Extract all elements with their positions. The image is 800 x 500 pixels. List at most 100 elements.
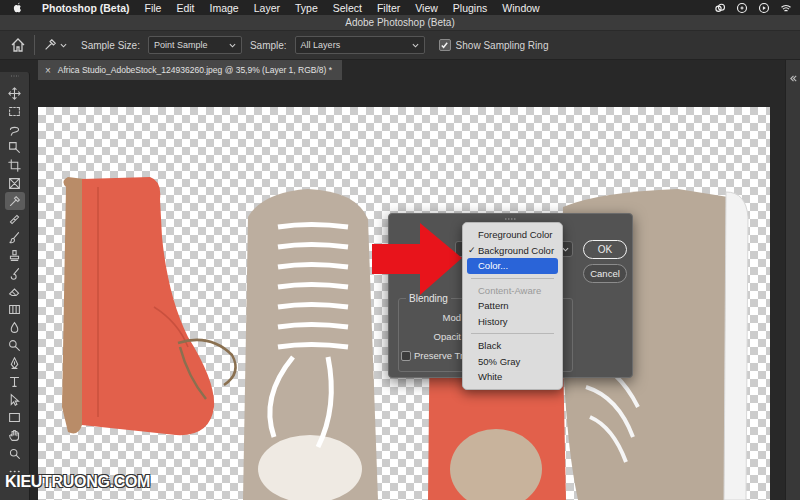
tool-button[interactable] [5,408,25,426]
menu-item[interactable]: File [145,2,162,14]
toolbar [0,72,30,500]
wifi-icon[interactable] [780,2,792,14]
menu-item[interactable]: Type [295,2,318,14]
menu-item[interactable]: Select [333,2,362,14]
tool-button[interactable] [5,192,25,210]
type-icon [8,375,21,388]
sample-label: Sample: [250,40,287,51]
sync-icon[interactable] [736,2,748,14]
sampling-ring-option[interactable]: Show Sampling Ring [439,39,549,51]
tool-button[interactable] [5,426,25,444]
menu-item[interactable]: Image [210,2,239,14]
menu-option-label: Background Color [478,245,554,256]
stamp-icon [8,249,21,262]
red-boot [62,177,236,435]
blending-title: Blending [406,293,451,304]
tool-button[interactable] [5,300,25,318]
tool-button[interactable] [5,246,25,264]
menu-option[interactable]: 50% Gray [467,354,558,370]
tool-button[interactable] [5,102,25,120]
opacity-label: Opacit [400,331,461,342]
dodge-icon [8,339,21,352]
dialog-button[interactable]: OK [583,240,627,259]
sample-size-label: Sample Size: [81,40,140,51]
menu-option[interactable]: Color... [467,258,558,274]
hand-icon [8,429,21,442]
menu-item[interactable]: Window [502,2,539,14]
menu-item[interactable]: Layer [254,2,280,14]
window-title: Adobe Photoshop (Beta) [345,17,455,28]
creative-cloud-icon[interactable] [714,2,726,14]
tab-close-button[interactable]: × [45,65,51,76]
blur-icon [8,321,21,334]
crop-icon [8,159,21,172]
sample-size-select[interactable]: Point Sample [148,36,242,54]
apple-icon[interactable] [12,2,23,13]
preserve-transparency-label: Preserve Tr [414,350,463,361]
pen-icon [8,357,21,370]
menu-option[interactable]: ✓ Background Color [467,243,558,259]
menu-option[interactable]: Black [467,338,558,354]
menu-option[interactable]: History [467,314,558,330]
history-brush-icon [8,267,21,280]
menu-item[interactable]: Filter [377,2,400,14]
tool-button[interactable] [5,84,25,102]
tool-button[interactable] [5,174,25,192]
menu-option-label: 50% Gray [478,356,520,367]
menu-separator [471,278,554,279]
menu-option[interactable]: White [467,369,558,385]
frame-icon [8,177,21,190]
tool-preset-picker[interactable] [43,38,67,52]
red-arrow-annotation [370,220,464,300]
checkbox[interactable] [439,39,451,51]
chevron-icon [562,246,569,253]
play-icon[interactable] [758,2,770,14]
menu-item[interactable]: Edit [176,2,194,14]
path-select-icon [8,393,21,406]
eraser-icon [8,285,21,298]
tool-button[interactable] [5,120,25,138]
tool-button[interactable] [5,264,25,282]
rectangle-icon [8,411,21,424]
menu-option-label: Foreground Color [478,229,552,240]
select-value: Point Sample [154,40,208,50]
select-value: All Layers [301,40,341,50]
app-menu[interactable]: Photoshop (Beta) [42,2,130,14]
tool-button[interactable] [5,156,25,174]
menu-item[interactable]: View [415,2,438,14]
photoshop-window: Photoshop (Beta) File Edit Image Layer Type S… [0,0,800,500]
dialog-button[interactable]: Cancel [583,264,627,283]
tool-button[interactable] [5,372,25,390]
eyedropper-icon [8,195,21,208]
tool-button[interactable] [5,282,25,300]
grip-icon[interactable] [7,74,23,78]
toolbar-column [0,60,30,500]
checkbox[interactable] [401,351,411,361]
tool-button[interactable] [5,210,25,228]
menu-option-label: Content-Aware [478,285,541,296]
eyedropper-icon [43,38,57,52]
tool-button[interactable] [5,390,25,408]
drag-grip-icon[interactable] [503,217,519,221]
tool-button[interactable] [5,336,25,354]
menu-item[interactable]: Plugins [453,2,487,14]
contents-dropdown-menu: Foreground Color ✓ Background Color Color… [462,222,563,390]
dialog-buttons: OK Cancel [583,216,627,377]
tool-button[interactable] [5,318,25,336]
tool-button[interactable] [5,354,25,372]
collapse-chevron-icon[interactable] [789,74,798,83]
menu-option-label: Color... [478,260,508,271]
tab-title: Africa Studio_AdobeStock_124936260.jpeg … [58,65,332,75]
healing-icon [8,213,21,226]
menu-option-label: Black [478,340,501,351]
sample-select[interactable]: All Layers [295,36,425,54]
document-tab[interactable]: × Africa Studio_AdobeStock_124936260.jpe… [38,60,342,80]
menu-option[interactable]: Foreground Color [467,227,558,243]
menu-separator [471,333,554,334]
home-icon[interactable] [10,37,26,53]
menu-option[interactable]: Pattern [467,298,558,314]
tool-button[interactable] [5,228,25,246]
tool-button[interactable] [5,444,25,462]
title-bar: Adobe Photoshop (Beta) [0,15,800,31]
tool-button[interactable] [5,138,25,156]
